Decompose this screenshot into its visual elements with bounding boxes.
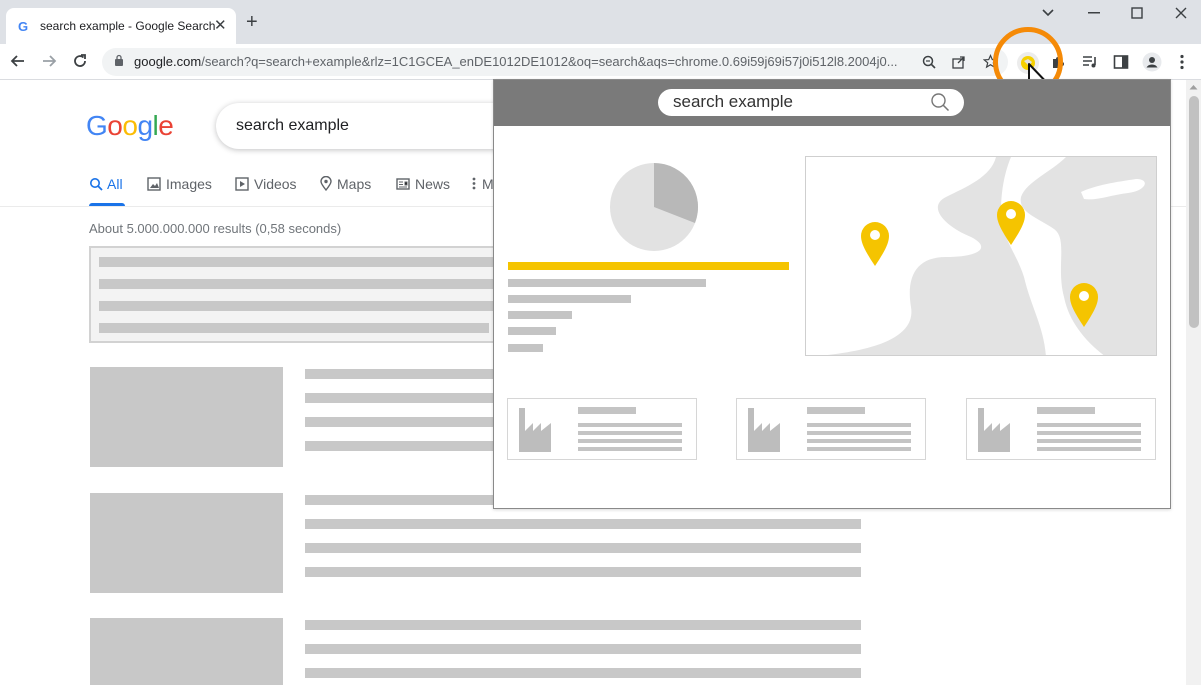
tab-close-icon[interactable]: ✕	[214, 16, 227, 34]
share-icon[interactable]	[952, 55, 966, 69]
sidepanel-icon[interactable]	[1113, 54, 1129, 70]
scrollbar-thumb[interactable]	[1189, 96, 1199, 328]
results-stats: About 5.000.000.000 results (0,58 second…	[89, 221, 342, 236]
bar-placeholder	[508, 279, 706, 287]
result-line	[305, 567, 861, 577]
result-line	[305, 668, 861, 678]
card-line	[1037, 423, 1141, 427]
card-line	[807, 431, 911, 435]
card-title-placeholder	[1037, 407, 1095, 414]
tab-maps[interactable]: Maps	[320, 175, 371, 192]
popup-search-input[interactable]: search example	[658, 89, 964, 116]
minimize-icon[interactable]	[1088, 12, 1100, 14]
result-thumbnail	[90, 367, 283, 467]
popup-header: search example	[494, 80, 1170, 126]
extension-popup: search example	[493, 79, 1171, 509]
result-thumbnail	[90, 493, 283, 593]
tab-search-chevron-icon[interactable]	[1041, 8, 1055, 18]
bar-placeholder	[508, 311, 572, 319]
featured-snippet-placeholder	[89, 246, 509, 343]
tab-more[interactable]: M	[472, 176, 494, 192]
lock-icon[interactable]	[114, 54, 124, 67]
card-line	[807, 447, 911, 451]
result-line	[305, 519, 861, 529]
company-card[interactable]	[507, 398, 697, 460]
tab-images[interactable]: Images	[147, 176, 212, 192]
back-icon[interactable]	[10, 53, 26, 69]
google-favicon-icon: G	[18, 19, 29, 34]
url-host: google.com	[134, 54, 202, 69]
result-thumbnail	[90, 618, 283, 685]
popup-search-value: search example	[673, 92, 794, 111]
video-icon	[235, 177, 249, 191]
pie-chart-placeholder	[610, 163, 699, 251]
map-marker-icon[interactable]	[860, 221, 890, 267]
placeholder-line	[99, 301, 503, 311]
factory-icon	[978, 408, 1010, 452]
forward-icon[interactable]	[41, 53, 57, 69]
new-tab-icon[interactable]: +	[246, 12, 258, 32]
result-line	[305, 393, 494, 403]
profile-icon[interactable]	[1142, 52, 1162, 72]
tab-title: search example - Google Search	[40, 19, 216, 33]
browser-tab[interactable]: G search example - Google Search ✕	[6, 8, 236, 44]
factory-icon	[519, 408, 551, 452]
address-bar[interactable]: google.com/search?q=search+example&rlz=1…	[102, 48, 1008, 76]
card-line	[807, 423, 911, 427]
card-line	[578, 447, 682, 451]
tab-news[interactable]: News	[396, 176, 450, 192]
media-icon[interactable]	[1082, 54, 1098, 70]
result-line	[305, 495, 494, 505]
reload-icon[interactable]	[72, 53, 88, 69]
result-line	[305, 620, 861, 630]
map-pin-icon	[320, 175, 332, 192]
bar-placeholder	[508, 344, 543, 352]
factory-icon	[748, 408, 780, 452]
map-marker-icon[interactable]	[996, 200, 1026, 246]
url-path: /search?q=search+example&rlz=1C1GCEA_enD…	[201, 54, 898, 69]
map-marker-icon[interactable]	[1069, 282, 1099, 328]
card-title-placeholder	[578, 407, 636, 414]
result-line	[305, 644, 861, 654]
bar-placeholder	[508, 295, 631, 303]
tab-all[interactable]: All	[89, 176, 123, 192]
google-logo[interactable]: Google	[86, 110, 174, 142]
url-text[interactable]: google.com/search?q=search+example&rlz=1…	[134, 54, 910, 69]
search-icon	[90, 178, 103, 191]
card-line	[578, 439, 682, 443]
google-search-value: search example	[236, 117, 349, 134]
result-line	[305, 369, 494, 379]
scroll-up-icon[interactable]	[1189, 84, 1198, 90]
more-icon	[472, 177, 476, 190]
tab-videos[interactable]: Videos	[235, 176, 297, 192]
card-line	[578, 431, 682, 435]
search-icon[interactable]	[930, 92, 950, 112]
result-line	[305, 417, 494, 427]
image-icon	[147, 177, 161, 191]
card-line	[807, 439, 911, 443]
close-window-icon[interactable]	[1175, 7, 1187, 19]
placeholder-line	[99, 257, 503, 267]
menu-icon[interactable]	[1180, 54, 1184, 70]
company-card[interactable]	[966, 398, 1156, 460]
card-line	[1037, 431, 1141, 435]
card-line	[578, 423, 682, 427]
placeholder-line	[99, 323, 489, 333]
card-line	[1037, 439, 1141, 443]
company-card[interactable]	[736, 398, 926, 460]
card-title-placeholder	[807, 407, 865, 414]
zoom-icon[interactable]	[922, 55, 936, 69]
bar-placeholder	[508, 327, 556, 335]
placeholder-line	[99, 279, 503, 289]
map-panel[interactable]	[805, 156, 1157, 356]
result-line	[305, 441, 494, 451]
card-line	[1037, 447, 1141, 451]
maximize-icon[interactable]	[1131, 7, 1143, 19]
result-line	[305, 543, 861, 553]
bar-highlight	[508, 262, 789, 270]
news-icon	[396, 178, 410, 190]
